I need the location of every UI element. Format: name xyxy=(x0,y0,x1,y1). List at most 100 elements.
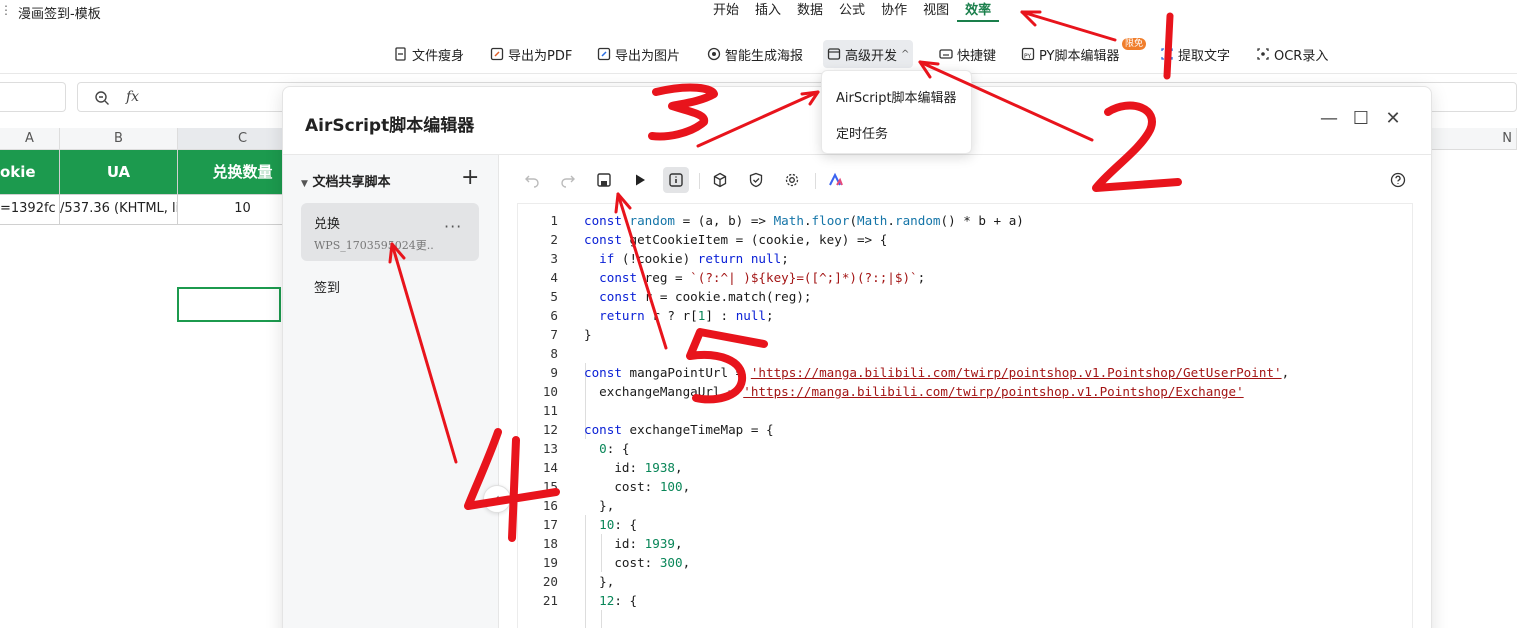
generate-poster-label: 智能生成海报 xyxy=(725,48,804,64)
tab-formula[interactable]: 公式 xyxy=(831,2,873,22)
fx-icon[interactable]: fx xyxy=(126,89,139,105)
script-name: 兑换 xyxy=(314,217,341,232)
code-line[interactable]: 19 cost: 300, xyxy=(518,553,1398,572)
extract-text-button[interactable]: 提取文字 xyxy=(1156,40,1234,68)
cell-header-ua[interactable]: UA xyxy=(60,150,178,195)
chevron-up-icon: ^ xyxy=(901,48,910,60)
menu-item-airscript-editor[interactable]: AirScript脚本编辑器 xyxy=(836,87,957,106)
minimize-icon[interactable]: — xyxy=(1319,109,1339,129)
ocr-icon xyxy=(1257,48,1269,60)
column-header-b[interactable]: B xyxy=(60,128,178,150)
code-line[interactable]: 7} xyxy=(518,325,1398,344)
code-line[interactable]: 11 xyxy=(518,401,1398,420)
cube-icon[interactable] xyxy=(707,167,733,193)
poster-icon xyxy=(707,47,721,61)
close-icon[interactable]: ✕ xyxy=(1383,109,1403,129)
code-text: 10: { xyxy=(599,517,638,532)
code-line[interactable]: 18 id: 1939, xyxy=(518,534,1398,553)
tab-insert[interactable]: 插入 xyxy=(747,2,789,22)
code-line[interactable]: 8 xyxy=(518,344,1398,363)
code-line[interactable]: 2 const getCookieItem = (cookie, key) => … xyxy=(518,230,1398,249)
code-text: cost: 100, xyxy=(584,479,691,494)
gear-icon[interactable] xyxy=(779,167,805,193)
maximize-icon[interactable]: ☐ xyxy=(1351,109,1371,129)
code-editor[interactable]: 1 const random = (a, b) => Math.floor(Mat… xyxy=(517,203,1413,628)
more-icon[interactable]: ··· xyxy=(444,217,462,236)
column-header-a[interactable]: A xyxy=(0,128,60,150)
line-number: 4 xyxy=(550,270,558,285)
shared-scripts-title: 文档共享脚本 xyxy=(312,175,391,190)
code-text: id: 1939, xyxy=(584,536,683,551)
code-line[interactable]: 5 const r = cookie.match(reg); xyxy=(518,287,1398,306)
line-number: 15 xyxy=(542,479,558,494)
column-header-n[interactable]: N xyxy=(1430,128,1517,150)
cell-header-cookie[interactable]: okie xyxy=(0,150,60,195)
selected-cell[interactable] xyxy=(177,287,281,322)
dialog-title: AirScript脚本编辑器 xyxy=(305,116,475,136)
export-image-button[interactable]: 导出为图片 xyxy=(593,40,684,68)
py-editor-button[interactable]: PY PY脚本编辑器 xyxy=(1017,40,1124,68)
code-text: return r ? r[1] : null; xyxy=(599,308,774,323)
indent-guide xyxy=(601,610,602,628)
code-line[interactable]: 13 0: { xyxy=(518,439,1398,458)
save-icon[interactable] xyxy=(591,167,617,193)
info-icon[interactable] xyxy=(663,167,689,193)
extract-text-icon xyxy=(1161,48,1173,60)
line-number: 21 xyxy=(542,593,558,608)
export-pdf-button[interactable]: 导出为PDF xyxy=(486,40,576,68)
redo-icon[interactable] xyxy=(555,167,581,193)
script-item-exchange[interactable]: 兑换 WPS_1703595024更... ··· xyxy=(301,203,479,261)
help-icon[interactable] xyxy=(1385,167,1411,193)
menu-icon[interactable]: ⋮ xyxy=(0,3,12,17)
tab-view[interactable]: 视图 xyxy=(915,2,957,22)
code-line[interactable]: 4 const reg = `(?:^| )${key}=([^;]*)(?:;… xyxy=(518,268,1398,287)
code-line[interactable]: 12 const exchangeTimeMap = { xyxy=(518,420,1398,439)
shield-icon[interactable] xyxy=(743,167,769,193)
cell-cookie-value[interactable]: =1392fc xyxy=(0,195,60,225)
name-box[interactable] xyxy=(0,82,66,112)
code-line[interactable]: 15 cost: 100, xyxy=(518,477,1398,496)
tab-start[interactable]: 开始 xyxy=(705,2,747,22)
caret-down-icon: ▼ xyxy=(301,179,308,189)
generate-poster-button[interactable]: 智能生成海报 xyxy=(703,40,807,68)
shortcut-key-button[interactable]: 快捷键 xyxy=(935,40,1000,68)
file-slim-icon xyxy=(395,47,406,61)
toolbar-divider xyxy=(699,173,700,189)
line-number: 11 xyxy=(542,403,558,418)
file-slim-label: 文件瘦身 xyxy=(412,48,465,64)
tab-data[interactable]: 数据 xyxy=(789,2,831,22)
code-line[interactable]: 21 12: { xyxy=(518,591,1398,610)
code-line[interactable]: 17 10: { xyxy=(518,515,1398,534)
line-number: 17 xyxy=(542,517,558,532)
line-number: 20 xyxy=(542,574,558,589)
line-number: 9 xyxy=(550,365,558,380)
menu-tabs: 开始 插入 数据 公式 协作 视图 效率 xyxy=(705,2,1000,22)
advanced-dev-button[interactable]: 高级开发 ^ xyxy=(823,40,914,68)
add-script-icon[interactable]: + xyxy=(461,165,479,190)
line-number: 13 xyxy=(542,441,558,456)
tab-efficiency[interactable]: 效率 xyxy=(957,2,1000,22)
code-line[interactable]: 6 return r ? r[1] : null; xyxy=(518,306,1398,325)
run-icon[interactable] xyxy=(627,167,653,193)
code-line[interactable]: 20 }, xyxy=(518,572,1398,591)
menu-item-scheduled-task[interactable]: 定时任务 xyxy=(836,123,888,142)
code-line[interactable]: 1 const random = (a, b) => Math.floor(Mat… xyxy=(518,211,1398,230)
shared-scripts-heading[interactable]: ▼ 文档共享脚本 xyxy=(301,171,390,190)
ai-icon[interactable] xyxy=(823,167,849,193)
line-number: 19 xyxy=(542,555,558,570)
script-item-signin[interactable]: 签到 xyxy=(301,267,479,303)
line-number: 8 xyxy=(550,346,558,361)
collapse-sidebar-button[interactable]: ‹ xyxy=(483,485,511,513)
tab-collaborate[interactable]: 协作 xyxy=(873,2,915,22)
code-text: 0: { xyxy=(599,441,630,456)
cell-ua-value[interactable]: /537.36 (KHTML, lik xyxy=(60,195,178,225)
ocr-input-button[interactable]: OCR录入 xyxy=(1252,40,1332,68)
code-line[interactable]: 3 if (!cookie) return null; xyxy=(518,249,1398,268)
undo-icon[interactable] xyxy=(519,167,545,193)
file-slim-button[interactable]: 文件瘦身 xyxy=(390,40,468,68)
code-line[interactable]: 16 }, xyxy=(518,496,1398,515)
zoom-icon[interactable] xyxy=(94,90,110,106)
code-line[interactable]: 10 exchangeMangaUrl = 'https://manga.bil… xyxy=(518,382,1398,401)
code-line[interactable]: 14 id: 1938, xyxy=(518,458,1398,477)
code-line[interactable]: 9 const mangaPointUrl = 'https://manga.bi… xyxy=(518,363,1398,382)
